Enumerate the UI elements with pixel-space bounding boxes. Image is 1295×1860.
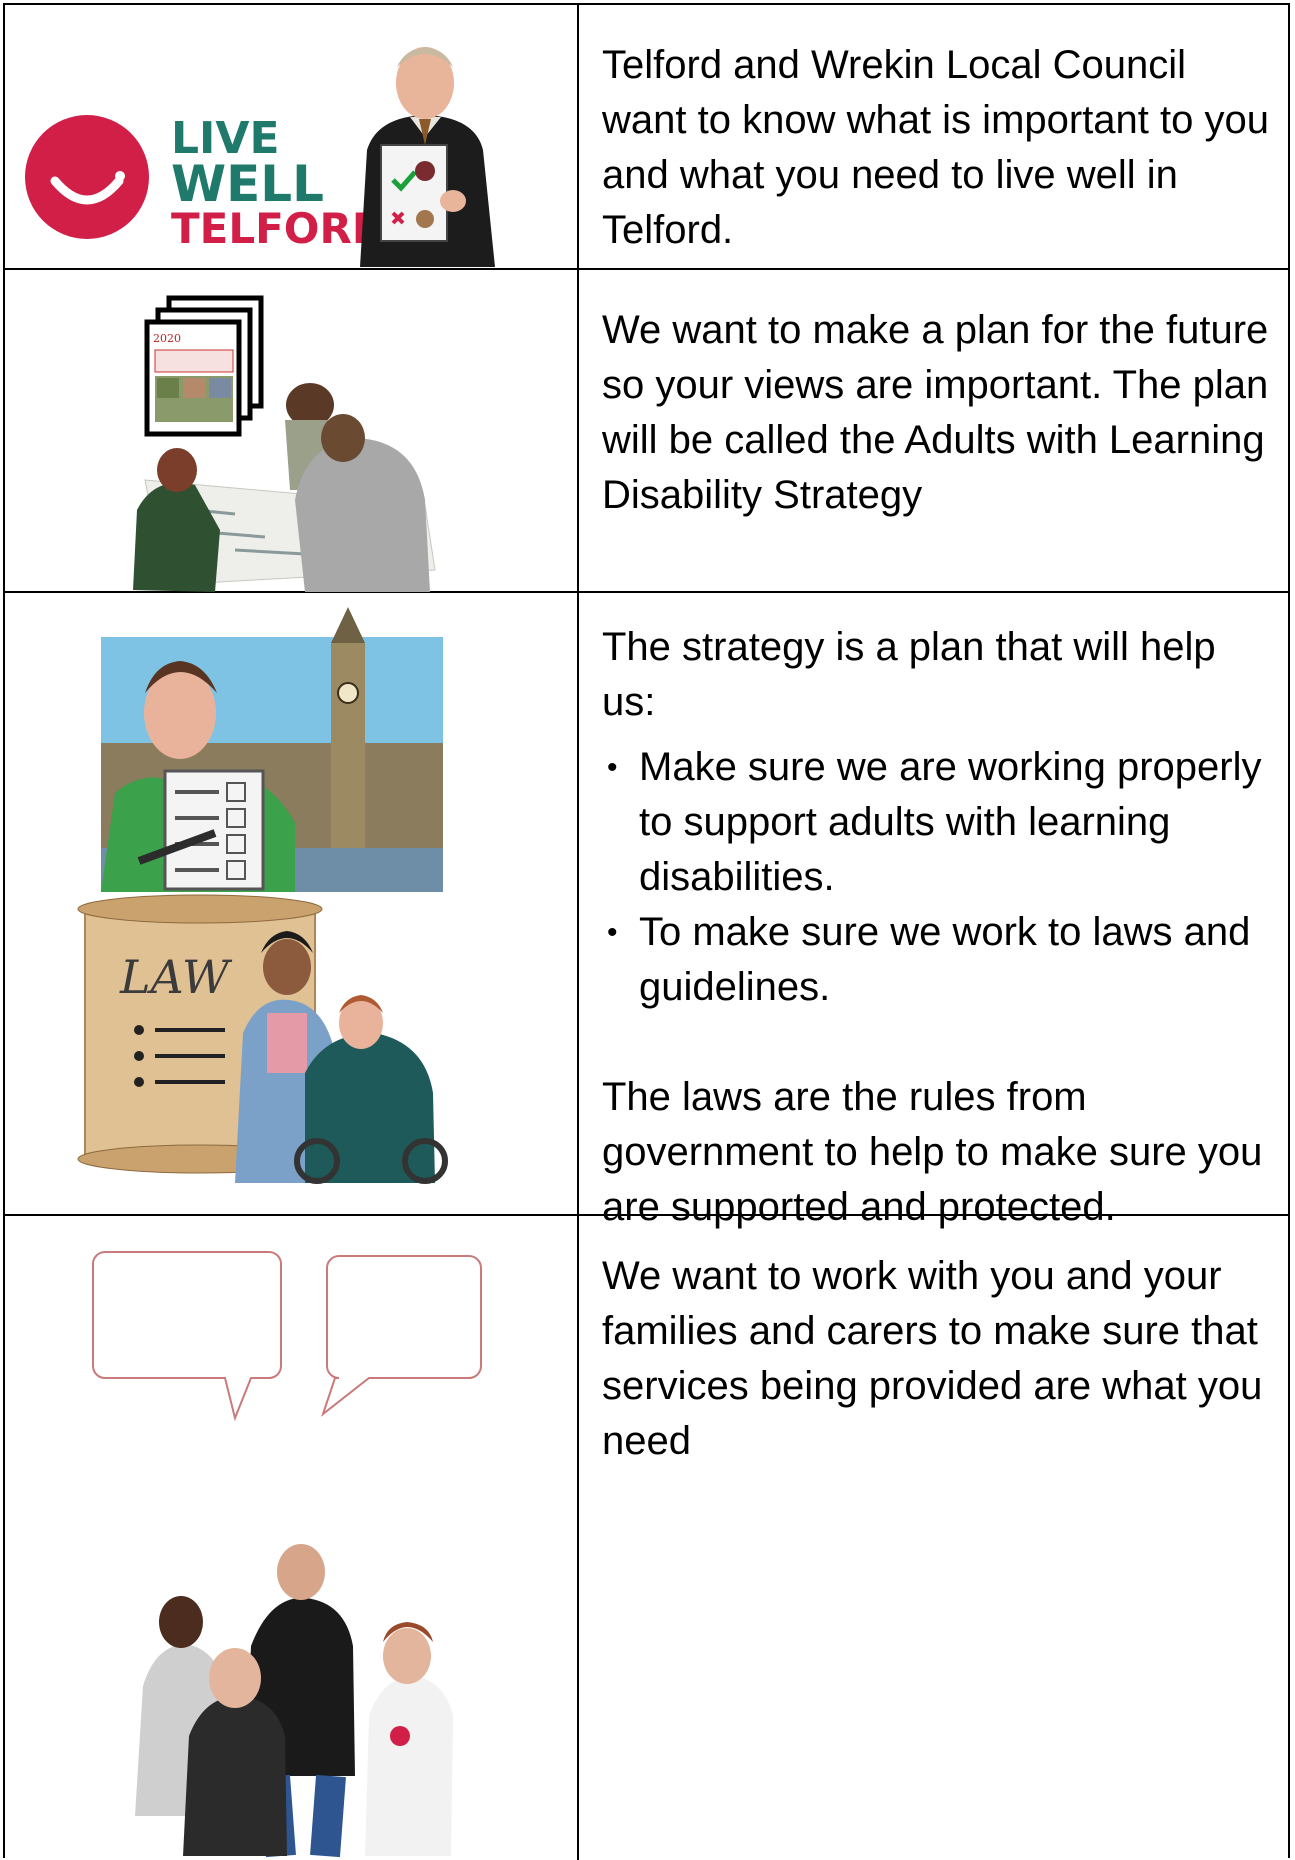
column-divider: [577, 270, 579, 591]
table-row: 2020 We want to make a plan for the futu…: [5, 270, 1288, 593]
table-row: LAW The strategy is a plan that will hel…: [5, 593, 1288, 1229]
live-well-telford-logo: LIVE WELL TELFORD: [25, 113, 387, 253]
svg-text:2020: 2020: [153, 332, 181, 345]
column-divider: [577, 5, 579, 268]
laws-explanation: The laws are the rules from government t…: [602, 1075, 1263, 1229]
row-4-text: We want to work with you and your famili…: [602, 1249, 1274, 1469]
speech-bubble-icon: [92, 1251, 482, 1422]
svg-text:TELFORD: TELFORD: [171, 204, 387, 253]
man-with-clipboard-picture: [360, 47, 495, 267]
column-divider: [577, 593, 579, 1214]
row-3-text: The strategy is a plan that will help us…: [602, 620, 1274, 1235]
row-3-images: LAW: [5, 593, 577, 1214]
list-item: Make sure we are working properly to sup…: [607, 740, 1274, 905]
smile-icon: [25, 115, 149, 239]
table-row: LIVE WELL TELFORD Telford and Wrekin Loc…: [5, 5, 1288, 270]
row-4-images: [5, 1216, 577, 1860]
document-stack-icon: 2020: [144, 295, 264, 437]
row-2-text: We want to make a plan for the future so…: [602, 303, 1274, 523]
group-conversation-with-speech-bubbles-picture: [135, 1544, 453, 1858]
list-item: To make sure we work to laws and guideli…: [607, 905, 1274, 1015]
strategy-bullet-list: Make sure we are working properly to sup…: [602, 740, 1274, 1015]
row-1-paragraph: Telford and Wrekin Local Council want to…: [602, 43, 1269, 252]
row-1-text: Telford and Wrekin Local Council want to…: [602, 38, 1274, 258]
table-row: We want to work with you and your famili…: [5, 1216, 1288, 1860]
row-4-paragraph: We want to work with you and your famili…: [602, 1254, 1263, 1463]
column-divider: [577, 1216, 579, 1860]
easy-read-table: LIVE WELL TELFORD Telford and Wrekin Loc…: [3, 3, 1290, 1860]
woman-with-checklist-at-parliament-picture: [101, 607, 443, 892]
svg-text:LAW: LAW: [119, 950, 233, 1004]
row-2-paragraph: We want to make a plan for the future so…: [602, 308, 1269, 517]
row-1-images: LIVE WELL TELFORD: [5, 5, 577, 268]
law-scroll-and-carer-picture: LAW: [77, 894, 448, 1184]
row-2-images: 2020: [5, 270, 577, 592]
strategy-intro: The strategy is a plan that will help us…: [602, 625, 1216, 724]
